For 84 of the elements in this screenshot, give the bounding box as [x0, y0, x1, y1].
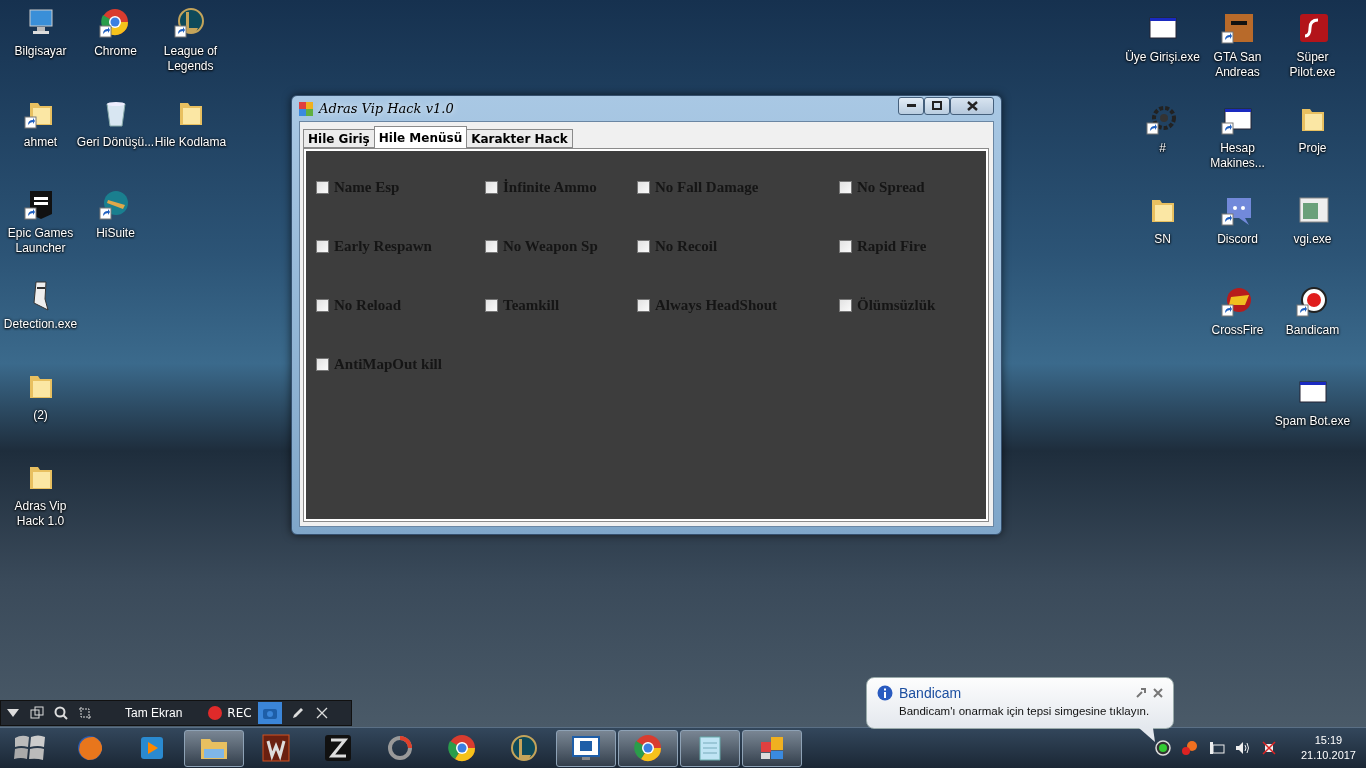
icon-label: Spam Bot.exe: [1274, 414, 1351, 429]
icon-label: Geri Dönüşü...: [76, 135, 155, 150]
icon-label: League of Legends: [162, 44, 219, 74]
windows-logo-icon: [13, 733, 47, 763]
checkbox[interactable]: [839, 239, 852, 253]
crop-icon: [78, 706, 92, 720]
icon-label: HiSuite: [96, 226, 135, 241]
maximize-icon: [932, 101, 942, 110]
checkbox[interactable]: [316, 357, 329, 371]
power-plug-icon[interactable]: [1260, 740, 1277, 756]
icon-label: CrossFire: [1211, 323, 1264, 338]
minimize-icon: [906, 104, 916, 107]
icon-label: Chrome: [94, 44, 137, 59]
volume-icon[interactable]: [1234, 740, 1251, 756]
icon-label: Detection.exe: [3, 317, 78, 332]
icon-label: ahmet: [23, 135, 58, 150]
checkbox[interactable]: [637, 298, 650, 312]
game-logo-icon: [322, 732, 354, 764]
taskbar-button[interactable]: [184, 729, 244, 767]
windows-icon: [30, 706, 44, 720]
tab[interactable]: Hile Giriş: [303, 129, 375, 148]
balloon-pointer: [1139, 728, 1155, 742]
notification-title: Bandicam: [899, 685, 963, 701]
capture-mode-label: Tam Ekran: [125, 706, 183, 720]
record-button[interactable]: REC: [202, 706, 258, 720]
clock[interactable]: 15:19 21.10.2017: [1300, 733, 1356, 763]
record-dot-icon: [208, 706, 223, 720]
notification-message: Bandicam'ı onarmak için tepsi simgesine tıklayın.: [899, 705, 1150, 717]
taskbar-button[interactable]: [618, 729, 678, 767]
icon-label: Bilgisayar: [14, 44, 67, 59]
checkbox[interactable]: [637, 180, 650, 194]
game-logo-icon: [260, 732, 292, 764]
close-button[interactable]: [950, 96, 994, 115]
tab[interactable]: Karakter Hack: [466, 129, 573, 148]
icon-label: Epic Games Launcher: [6, 226, 75, 256]
checkbox[interactable]: [839, 180, 852, 194]
icon-label: vgi.exe: [1293, 232, 1332, 247]
chrome-icon: [446, 732, 478, 764]
close-icon[interactable]: [1153, 688, 1163, 698]
tab[interactable]: Hile Menüsü: [373, 126, 468, 148]
window-title: Adras Vip Hack v1.0: [319, 101, 455, 116]
icon-label: Bandicam: [1285, 323, 1340, 338]
icon-label: Hile Kodlama: [154, 135, 227, 150]
search-icon: [54, 706, 68, 720]
info-icon: [877, 685, 893, 701]
antivirus-icon[interactable]: [1180, 740, 1199, 756]
date-text: 21.10.2017: [1300, 748, 1356, 763]
icon-label: Adras Vip Hack 1.0: [13, 499, 68, 529]
caret-icon: [7, 709, 19, 717]
chrome-icon: [632, 732, 664, 764]
checkbox[interactable]: [316, 180, 329, 194]
checkbox[interactable]: [637, 239, 650, 253]
app-icon: [299, 101, 313, 116]
checkbox[interactable]: [485, 239, 498, 253]
maximize-button[interactable]: [924, 96, 950, 115]
icon-label: Üye Girişi.exe: [1125, 50, 1200, 65]
icon-label: GTA San Andreas: [1212, 50, 1263, 80]
icon-label: Hesap Makines...: [1209, 141, 1266, 171]
icon-label: Discord: [1217, 232, 1258, 247]
camera-button[interactable]: [257, 702, 282, 724]
minimize-button[interactable]: [898, 96, 924, 115]
emblem-icon: [508, 732, 540, 764]
icon-label: Süper Pilot.exe: [1288, 50, 1337, 80]
taskbar-button[interactable]: [556, 729, 616, 767]
time-text: 15:19: [1314, 733, 1343, 748]
checkbox[interactable]: [839, 298, 852, 312]
icon-label: #: [1159, 141, 1166, 156]
icon-label: Proje: [1298, 141, 1327, 156]
icon-label: (2): [33, 408, 48, 423]
record-icon[interactable]: [1295, 285, 1330, 319]
status-icon[interactable]: [1154, 740, 1171, 756]
camera-icon: [262, 707, 277, 719]
network-icon[interactable]: [1208, 740, 1225, 756]
close-icon: [315, 707, 328, 719]
taskbar-button[interactable]: [680, 729, 740, 767]
icon-label: SN: [1154, 232, 1171, 247]
checkbox[interactable]: [485, 298, 498, 312]
checkbox[interactable]: [485, 180, 498, 194]
checkbox[interactable]: [316, 239, 329, 253]
checkbox[interactable]: [316, 298, 329, 312]
game-character-icon[interactable]: [1220, 12, 1255, 46]
pencil-icon: [290, 706, 305, 720]
close-icon: [966, 100, 978, 111]
taskbar-button[interactable]: [742, 729, 802, 767]
